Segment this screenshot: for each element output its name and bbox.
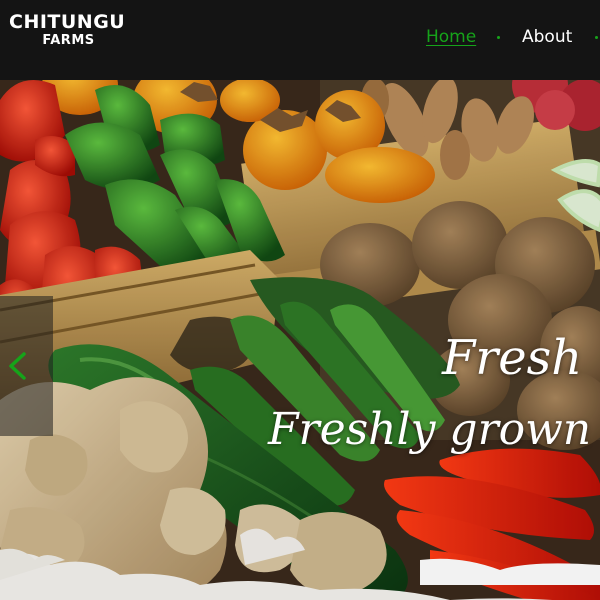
hero-subtitle: Freshly grown (268, 404, 592, 455)
chevron-left-icon (9, 352, 26, 380)
hero-title: Fresh (442, 330, 583, 386)
brand-logo[interactable]: CHITUNGU FARMS (9, 11, 134, 49)
nav-separator-dot (595, 36, 598, 39)
brand-subname: FARMS (42, 33, 95, 48)
nav-link-home[interactable]: Home (426, 26, 476, 48)
nav-link-about[interactable]: About (522, 26, 572, 48)
navbar: CHITUNGU FARMS Home About (0, 0, 600, 80)
nav-separator-dot (497, 36, 500, 39)
hero-slider: Fresh Freshly grown (0, 80, 600, 600)
slider-prev-button[interactable] (0, 296, 53, 436)
brand-name: CHITUNGU (9, 11, 126, 33)
